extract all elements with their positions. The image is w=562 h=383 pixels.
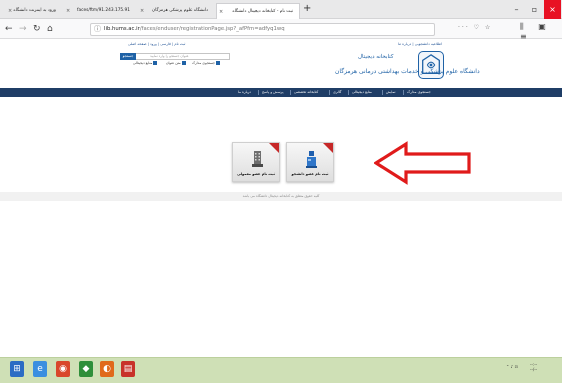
maximize-button[interactable]: ▫ bbox=[526, 0, 543, 19]
tab-hums[interactable]: دانشگاه علوم پزشکی هرمزگان × bbox=[138, 3, 214, 19]
checkbox-digital-resources[interactable]: منابع دیجیتالی bbox=[133, 61, 158, 65]
url-path: /faces/enduser/registrationPage.jsp?_afP… bbox=[139, 26, 285, 32]
page-actions[interactable]: ··· ♡ ☆ bbox=[458, 24, 492, 31]
tab-ip-address[interactable]: 91.243.175.91/faces/ftm × bbox=[64, 3, 136, 19]
tab-label: ورود به اینترنت دانشگاه bbox=[13, 8, 56, 13]
new-tab-button[interactable]: + bbox=[303, 3, 311, 14]
taskbar-clock[interactable]: --:-- --/-- bbox=[530, 362, 537, 372]
reload-icon[interactable]: ↻ bbox=[33, 22, 41, 36]
url-text: lib.hums.ac.ir/faces/enduser/registratio… bbox=[104, 23, 285, 36]
checkbox-search-documents[interactable]: جستجوی مدارک bbox=[192, 61, 221, 65]
home-icon[interactable]: ⌂ bbox=[47, 22, 53, 36]
start-icon[interactable]: ⊞ bbox=[10, 361, 24, 377]
nav-item-search[interactable]: جستجوی مدارک bbox=[407, 88, 431, 97]
card-label: ثبت نام عضو دانشجو bbox=[291, 172, 329, 176]
nav-item-specialized-library[interactable]: کتابخانه تخصصی bbox=[294, 88, 318, 97]
user-links[interactable]: ثبت نام | فارسی | ورود | صفحه اصلی bbox=[128, 42, 185, 46]
checkbox-label: جستجوی مدارک bbox=[192, 61, 216, 65]
nav-item-about[interactable]: درباره ما bbox=[238, 88, 251, 97]
internet-explorer-icon[interactable]: e bbox=[33, 361, 47, 377]
nav-item-gallery[interactable]: گالری bbox=[333, 88, 341, 97]
site-header bbox=[0, 40, 562, 88]
nav-separator bbox=[382, 90, 383, 95]
nav-separator bbox=[258, 90, 259, 95]
checkbox-icon bbox=[181, 61, 186, 65]
nav-item-faq[interactable]: پرسش و پاسخ bbox=[262, 88, 283, 97]
checkbox-label: منابع دیجیتالی bbox=[133, 61, 153, 65]
library-name: کتابخانه دیجیتال bbox=[358, 54, 394, 60]
nav-separator bbox=[403, 90, 404, 95]
tab-label: 91.243.175.91/faces/ftm bbox=[76, 8, 130, 13]
tab-university-login[interactable]: ورود به اینترنت دانشگاه × bbox=[6, 3, 62, 19]
pdf-reader-icon[interactable]: ▤ bbox=[121, 361, 135, 377]
university-name: دانشگاه علوم پزشکی و خدمات بهداشتی درمان… bbox=[335, 68, 480, 75]
nav-separator bbox=[329, 90, 330, 95]
minimize-button[interactable]: – bbox=[508, 0, 525, 19]
checkbox-title-text[interactable]: متن عنوان bbox=[166, 61, 186, 65]
close-tab-icon[interactable]: × bbox=[140, 3, 144, 19]
firefox-icon[interactable]: ◐ bbox=[100, 361, 114, 377]
forward-arrow-icon[interactable]: → bbox=[19, 22, 27, 36]
register-staff-card[interactable]: ثبت نام عضو معمولی bbox=[232, 142, 280, 182]
back-arrow-icon[interactable]: ← bbox=[5, 22, 13, 36]
card-label: ثبت نام عضو معمولی bbox=[237, 172, 275, 176]
app-icon[interactable]: ◆ bbox=[79, 361, 93, 377]
checkbox-icon bbox=[153, 61, 158, 65]
tab-label: دانشگاه علوم پزشکی هرمزگان bbox=[152, 8, 208, 13]
url-host: lib.hums.ac.ir bbox=[104, 26, 140, 32]
nav-item-digital-resources[interactable]: منابع دیجیتالی bbox=[352, 88, 372, 97]
close-tab-icon[interactable]: × bbox=[8, 3, 12, 19]
close-tab-icon[interactable]: × bbox=[66, 3, 70, 19]
checkbox-icon bbox=[216, 61, 221, 65]
top-links[interactable]: اطلاعیه دانشجویی | درباره ما bbox=[398, 42, 442, 46]
footer-text: کلیه حقوق متعلق به کتابخانه دیجیتال دانش… bbox=[242, 194, 320, 198]
building-icon bbox=[251, 150, 264, 170]
nav-item-display[interactable]: نمایش bbox=[386, 88, 396, 97]
close-window-button[interactable]: × bbox=[544, 0, 561, 19]
user-id-icon bbox=[305, 150, 318, 170]
tab-label: ثبت نام - کتابخانه دیجیتال دانشگاه bbox=[232, 9, 293, 14]
tab-registration[interactable]: ثبت نام - کتابخانه دیجیتال دانشگاه × bbox=[216, 3, 300, 19]
nav-separator bbox=[290, 90, 291, 95]
site-info-icon[interactable]: ⓘ bbox=[94, 24, 101, 34]
red-arrow-annotation-icon bbox=[374, 141, 471, 185]
nav-separator bbox=[348, 90, 349, 95]
search-placeholder: عنوان جستجو را وارد نمایید bbox=[150, 54, 189, 58]
search-button[interactable]: جستجو bbox=[120, 53, 136, 60]
card-corner-ribbon bbox=[323, 143, 333, 153]
card-corner-ribbon bbox=[269, 143, 279, 153]
library-sidebar-menu-icons[interactable]: ⫼ ▣ ≡ bbox=[520, 22, 562, 41]
system-tray-icons[interactable]: ⌃ ♪ ⊡ bbox=[506, 364, 518, 369]
close-tab-icon[interactable]: × bbox=[219, 4, 223, 19]
chrome-icon[interactable]: ◉ bbox=[56, 361, 70, 377]
register-student-card[interactable]: ثبت نام عضو دانشجو bbox=[286, 142, 334, 182]
checkbox-label: متن عنوان bbox=[166, 61, 181, 65]
